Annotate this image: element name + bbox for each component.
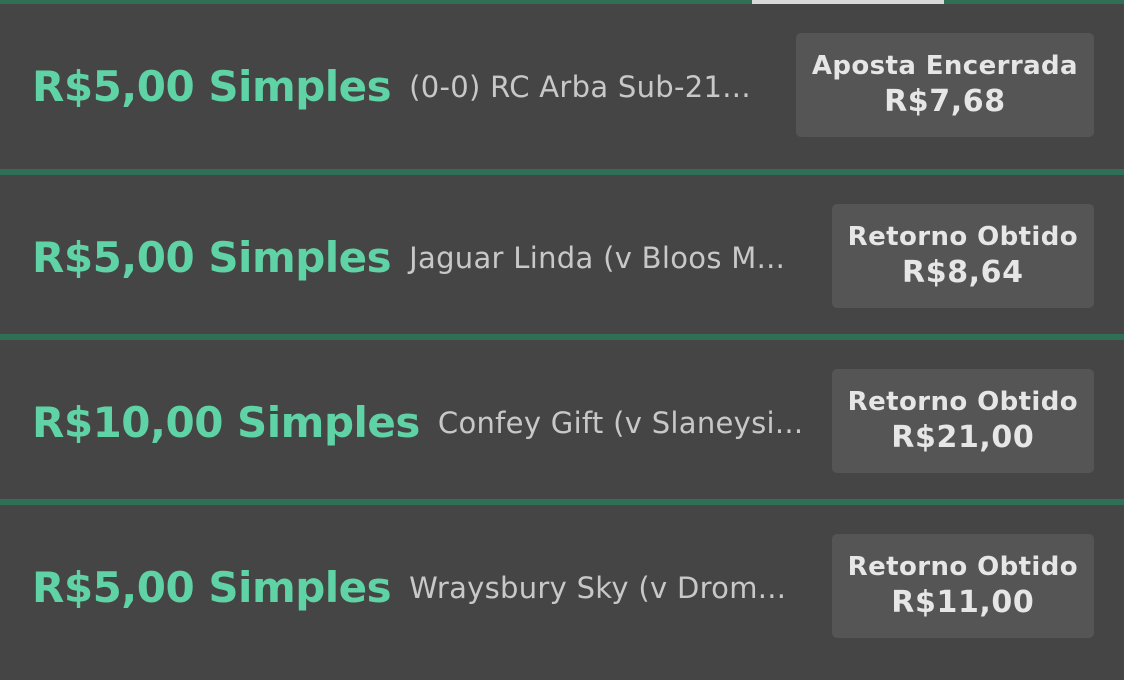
bet-selection: Wraysbury Sky (v Drom... (409, 570, 787, 605)
bet-result-label: Retorno Obtido (847, 387, 1078, 417)
bet-row[interactable]: R$5,00 Simples Wraysbury Sky (v Drom... … (0, 499, 1124, 667)
bet-result-amount: R$8,64 (902, 255, 1024, 290)
bet-result-amount: R$7,68 (884, 84, 1006, 119)
bet-result-box: Retorno Obtido R$8,64 (831, 204, 1094, 308)
bet-summary: R$5,00 Simples Wraysbury Sky (v Drom... (32, 505, 786, 670)
bet-result-label: Aposta Encerrada (811, 51, 1078, 81)
bet-summary: R$5,00 Simples (0-0) RC Arba Sub-21... (32, 4, 751, 169)
bet-stake: R$5,00 Simples (32, 233, 392, 282)
bet-row[interactable]: R$10,00 Simples Confey Gift (v Slaneysi.… (0, 334, 1124, 499)
bet-summary: R$10,00 Simples Confey Gift (v Slaneysi.… (32, 340, 803, 505)
bet-result-box: Retorno Obtido R$21,00 (831, 369, 1094, 473)
bet-result-box: Aposta Encerrada R$7,68 (795, 33, 1094, 137)
bet-selection: (0-0) RC Arba Sub-21... (409, 69, 751, 104)
bet-row[interactable]: R$5,00 Simples Jaguar Linda (v Bloos M..… (0, 169, 1124, 334)
bet-result-label: Retorno Obtido (847, 222, 1078, 252)
bet-stake: R$10,00 Simples (32, 398, 420, 447)
bet-result-label: Retorno Obtido (847, 552, 1078, 582)
bet-selection: Jaguar Linda (v Bloos M... (409, 240, 786, 275)
bet-row[interactable]: R$5,00 Simples (0-0) RC Arba Sub-21... A… (0, 4, 1124, 169)
bet-result-amount: R$11,00 (891, 585, 1035, 620)
bet-history-list: R$5,00 Simples (0-0) RC Arba Sub-21... A… (0, 4, 1124, 667)
bet-summary: R$5,00 Simples Jaguar Linda (v Bloos M..… (32, 175, 785, 340)
bet-result-amount: R$21,00 (891, 420, 1035, 455)
bet-stake: R$5,00 Simples (32, 62, 392, 111)
bet-selection: Confey Gift (v Slaneysi... (437, 405, 804, 440)
bet-result-box: Retorno Obtido R$11,00 (831, 534, 1094, 638)
bet-stake: R$5,00 Simples (32, 563, 392, 612)
